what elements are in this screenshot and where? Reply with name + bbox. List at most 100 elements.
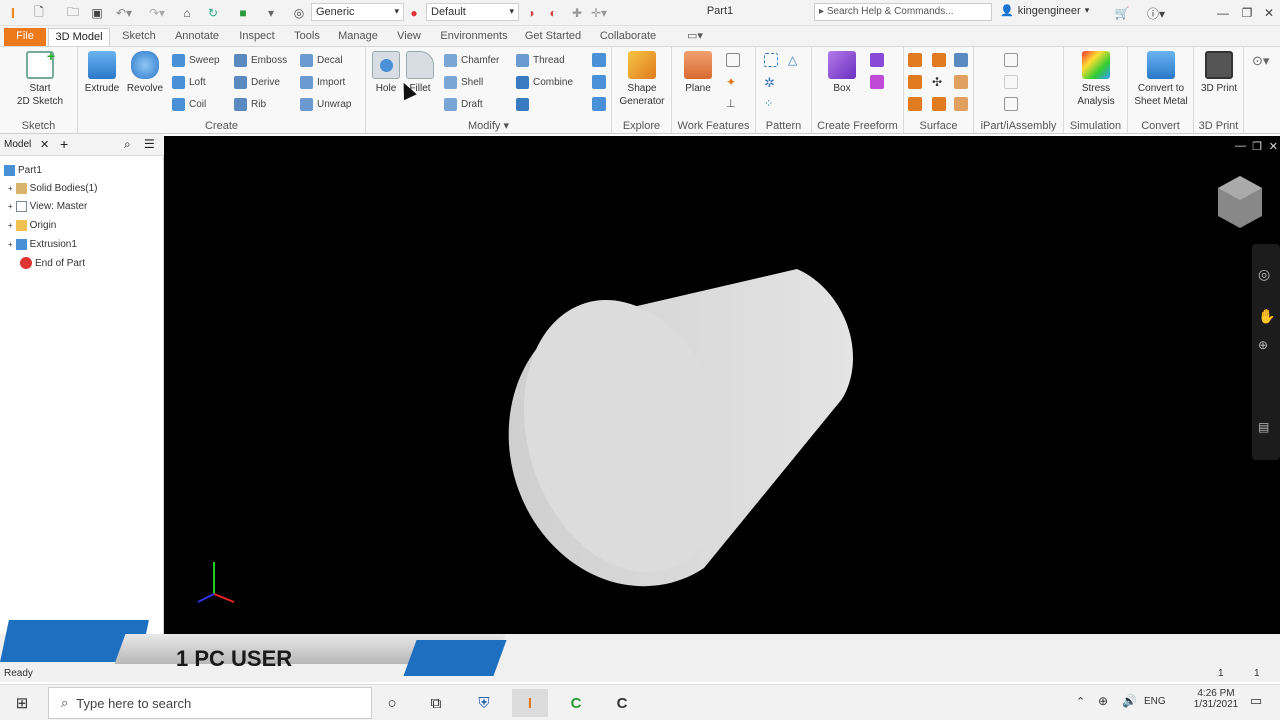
- sketch-pattern-icon[interactable]: ⁘: [764, 97, 778, 111]
- rectangular-pattern-icon[interactable]: [764, 53, 778, 67]
- coil-button[interactable]: Coil: [172, 95, 206, 113]
- browser-tab-model[interactable]: Model: [4, 139, 31, 150]
- viewcube-icon[interactable]: [1218, 176, 1262, 228]
- cart-icon[interactable]: 🛒: [1112, 4, 1132, 22]
- search-icon[interactable]: ⌕: [124, 137, 131, 152]
- camtasia-taskbar-icon[interactable]: C: [558, 689, 594, 717]
- plane-button[interactable]: Plane: [678, 51, 718, 95]
- plus-icon[interactable]: ✚: [568, 4, 586, 22]
- tree-item-extrusion[interactable]: + Extrusion1: [8, 236, 77, 252]
- create-ipart-icon[interactable]: [1004, 53, 1018, 67]
- extend-icon[interactable]: ✣: [932, 75, 946, 89]
- steering-wheel-icon[interactable]: ◎: [1258, 266, 1270, 283]
- sculpt-icon[interactable]: [954, 53, 968, 67]
- delete-face-icon[interactable]: [592, 75, 606, 89]
- undo-icon[interactable]: ↶▾: [112, 4, 136, 22]
- patch-icon[interactable]: [932, 53, 946, 67]
- import-button[interactable]: Import: [300, 73, 345, 91]
- ipart-more-icon[interactable]: [1004, 97, 1018, 111]
- ruled-surface-icon[interactable]: [932, 97, 946, 111]
- language-indicator[interactable]: ENG: [1144, 696, 1166, 707]
- filter-icon[interactable]: ▾: [262, 4, 280, 22]
- app-logo-icon[interactable]: I: [4, 4, 22, 22]
- shape-generator-button[interactable]: Shape Generator: [614, 51, 670, 108]
- decal-button[interactable]: Decal: [300, 51, 343, 69]
- search-help-input[interactable]: ▸ Search Help & Commands...: [814, 3, 992, 21]
- derive-button[interactable]: Derive: [234, 73, 280, 91]
- emboss-button[interactable]: Emboss: [234, 51, 287, 69]
- viewport-restore-icon[interactable]: ❐: [1252, 140, 1262, 153]
- copy-object-icon[interactable]: [592, 97, 606, 111]
- tab-manage[interactable]: Manage: [332, 28, 384, 46]
- zoom-icon[interactable]: ⊕: [1258, 338, 1268, 352]
- menu-icon[interactable]: ☰: [144, 137, 155, 151]
- user-account[interactable]: 👤 kingengineer ▾: [1000, 4, 1089, 18]
- 3d-print-button[interactable]: 3D Print: [1196, 51, 1242, 95]
- adjust-icon[interactable]: ◑: [522, 4, 540, 22]
- tab-annotate[interactable]: Annotate: [168, 28, 226, 46]
- select-icon[interactable]: ■: [234, 4, 252, 22]
- redo-icon[interactable]: ↷▾: [145, 4, 169, 22]
- clock[interactable]: 4:26 PM 1/31/2021: [1190, 688, 1242, 710]
- trim-icon[interactable]: [908, 75, 922, 89]
- volume-icon[interactable]: 🔊: [1122, 694, 1137, 708]
- boundary-patch-icon[interactable]: [908, 97, 922, 111]
- revolve-button[interactable]: Revolve: [124, 51, 166, 95]
- box-button[interactable]: Box: [822, 51, 862, 95]
- stress-analysis-button[interactable]: Stress Analysis: [1068, 51, 1124, 108]
- viewport-close-icon[interactable]: ✕: [1269, 140, 1278, 153]
- network-icon[interactable]: ⊕: [1098, 694, 1108, 708]
- save-icon[interactable]: ▣: [88, 4, 106, 22]
- cortana-icon[interactable]: ○: [374, 689, 410, 717]
- loft-button[interactable]: Loft: [172, 73, 206, 91]
- task-view-icon[interactable]: ⧉: [418, 689, 454, 717]
- home-icon[interactable]: ⌂: [178, 4, 196, 22]
- circular-pattern-icon[interactable]: ✲: [764, 75, 778, 90]
- sweep-button[interactable]: Sweep: [172, 51, 220, 69]
- tab-view[interactable]: View: [390, 28, 428, 46]
- notifications-icon[interactable]: ▭: [1250, 693, 1262, 709]
- close-icon[interactable]: ✕: [1260, 4, 1278, 22]
- restore-icon[interactable]: ❐: [1238, 4, 1256, 22]
- hole-button[interactable]: Hole: [370, 51, 402, 95]
- shell-button[interactable]: Shell: [444, 73, 483, 91]
- rib-button[interactable]: Rib: [234, 95, 266, 113]
- inventor-taskbar-icon[interactable]: I: [512, 689, 548, 717]
- tree-item-end-of-part[interactable]: End of Part: [20, 255, 85, 271]
- tab-file[interactable]: File: [4, 28, 46, 46]
- convert-sheet-metal-button[interactable]: Convert to Sheet Metal: [1130, 51, 1192, 108]
- combine-button[interactable]: Combine: [516, 73, 573, 91]
- tree-item-view[interactable]: + View: Master: [8, 198, 87, 214]
- tree-item-solid-bodies[interactable]: + Solid Bodies(1): [8, 180, 97, 196]
- freeform-edit-icon[interactable]: [870, 53, 884, 67]
- close-icon[interactable]: ✕: [40, 138, 49, 151]
- new-file-icon[interactable]: 🗋: [30, 4, 48, 22]
- tab-environments[interactable]: Environments: [434, 28, 514, 46]
- extrude-button[interactable]: Extrude: [82, 51, 122, 95]
- tab-inspect[interactable]: Inspect: [232, 28, 282, 46]
- pan-hand-icon[interactable]: ✋: [1258, 308, 1275, 325]
- ucs-icon[interactable]: ⊥: [726, 97, 740, 111]
- split-button[interactable]: [516, 95, 529, 113]
- open-folder-icon[interactable]: 🗀: [64, 4, 82, 22]
- tab-3d-model[interactable]: 3D Model: [48, 28, 110, 46]
- appearance-select[interactable]: Default ▾: [426, 3, 519, 21]
- point-icon[interactable]: ✦: [726, 75, 740, 89]
- replace-face-icon[interactable]: [954, 75, 968, 89]
- ribbon-options-icon[interactable]: ⊙▾: [1252, 53, 1269, 69]
- start-sketch-button[interactable]: + Start 2D Sketch: [10, 49, 70, 108]
- update-icon[interactable]: ↻: [204, 4, 222, 22]
- material-select[interactable]: Generic ▾: [311, 3, 404, 21]
- repair-icon[interactable]: [954, 97, 968, 111]
- look-at-icon[interactable]: ▤: [1258, 420, 1269, 434]
- minimize-icon[interactable]: —: [1214, 4, 1232, 22]
- chamfer-button[interactable]: Chamfer: [444, 51, 499, 69]
- tab-get-started[interactable]: Get Started: [520, 28, 586, 46]
- mirror-icon[interactable]: △: [788, 53, 802, 67]
- tab-collaborate[interactable]: Collaborate: [592, 28, 664, 46]
- direct-edit-icon[interactable]: [592, 53, 606, 67]
- windows-start-icon[interactable]: ⊞: [4, 689, 40, 717]
- clear-appearance-icon[interactable]: ◐: [544, 4, 562, 22]
- viewport-minimize-icon[interactable]: —: [1235, 140, 1246, 152]
- stitch-icon[interactable]: [908, 53, 922, 67]
